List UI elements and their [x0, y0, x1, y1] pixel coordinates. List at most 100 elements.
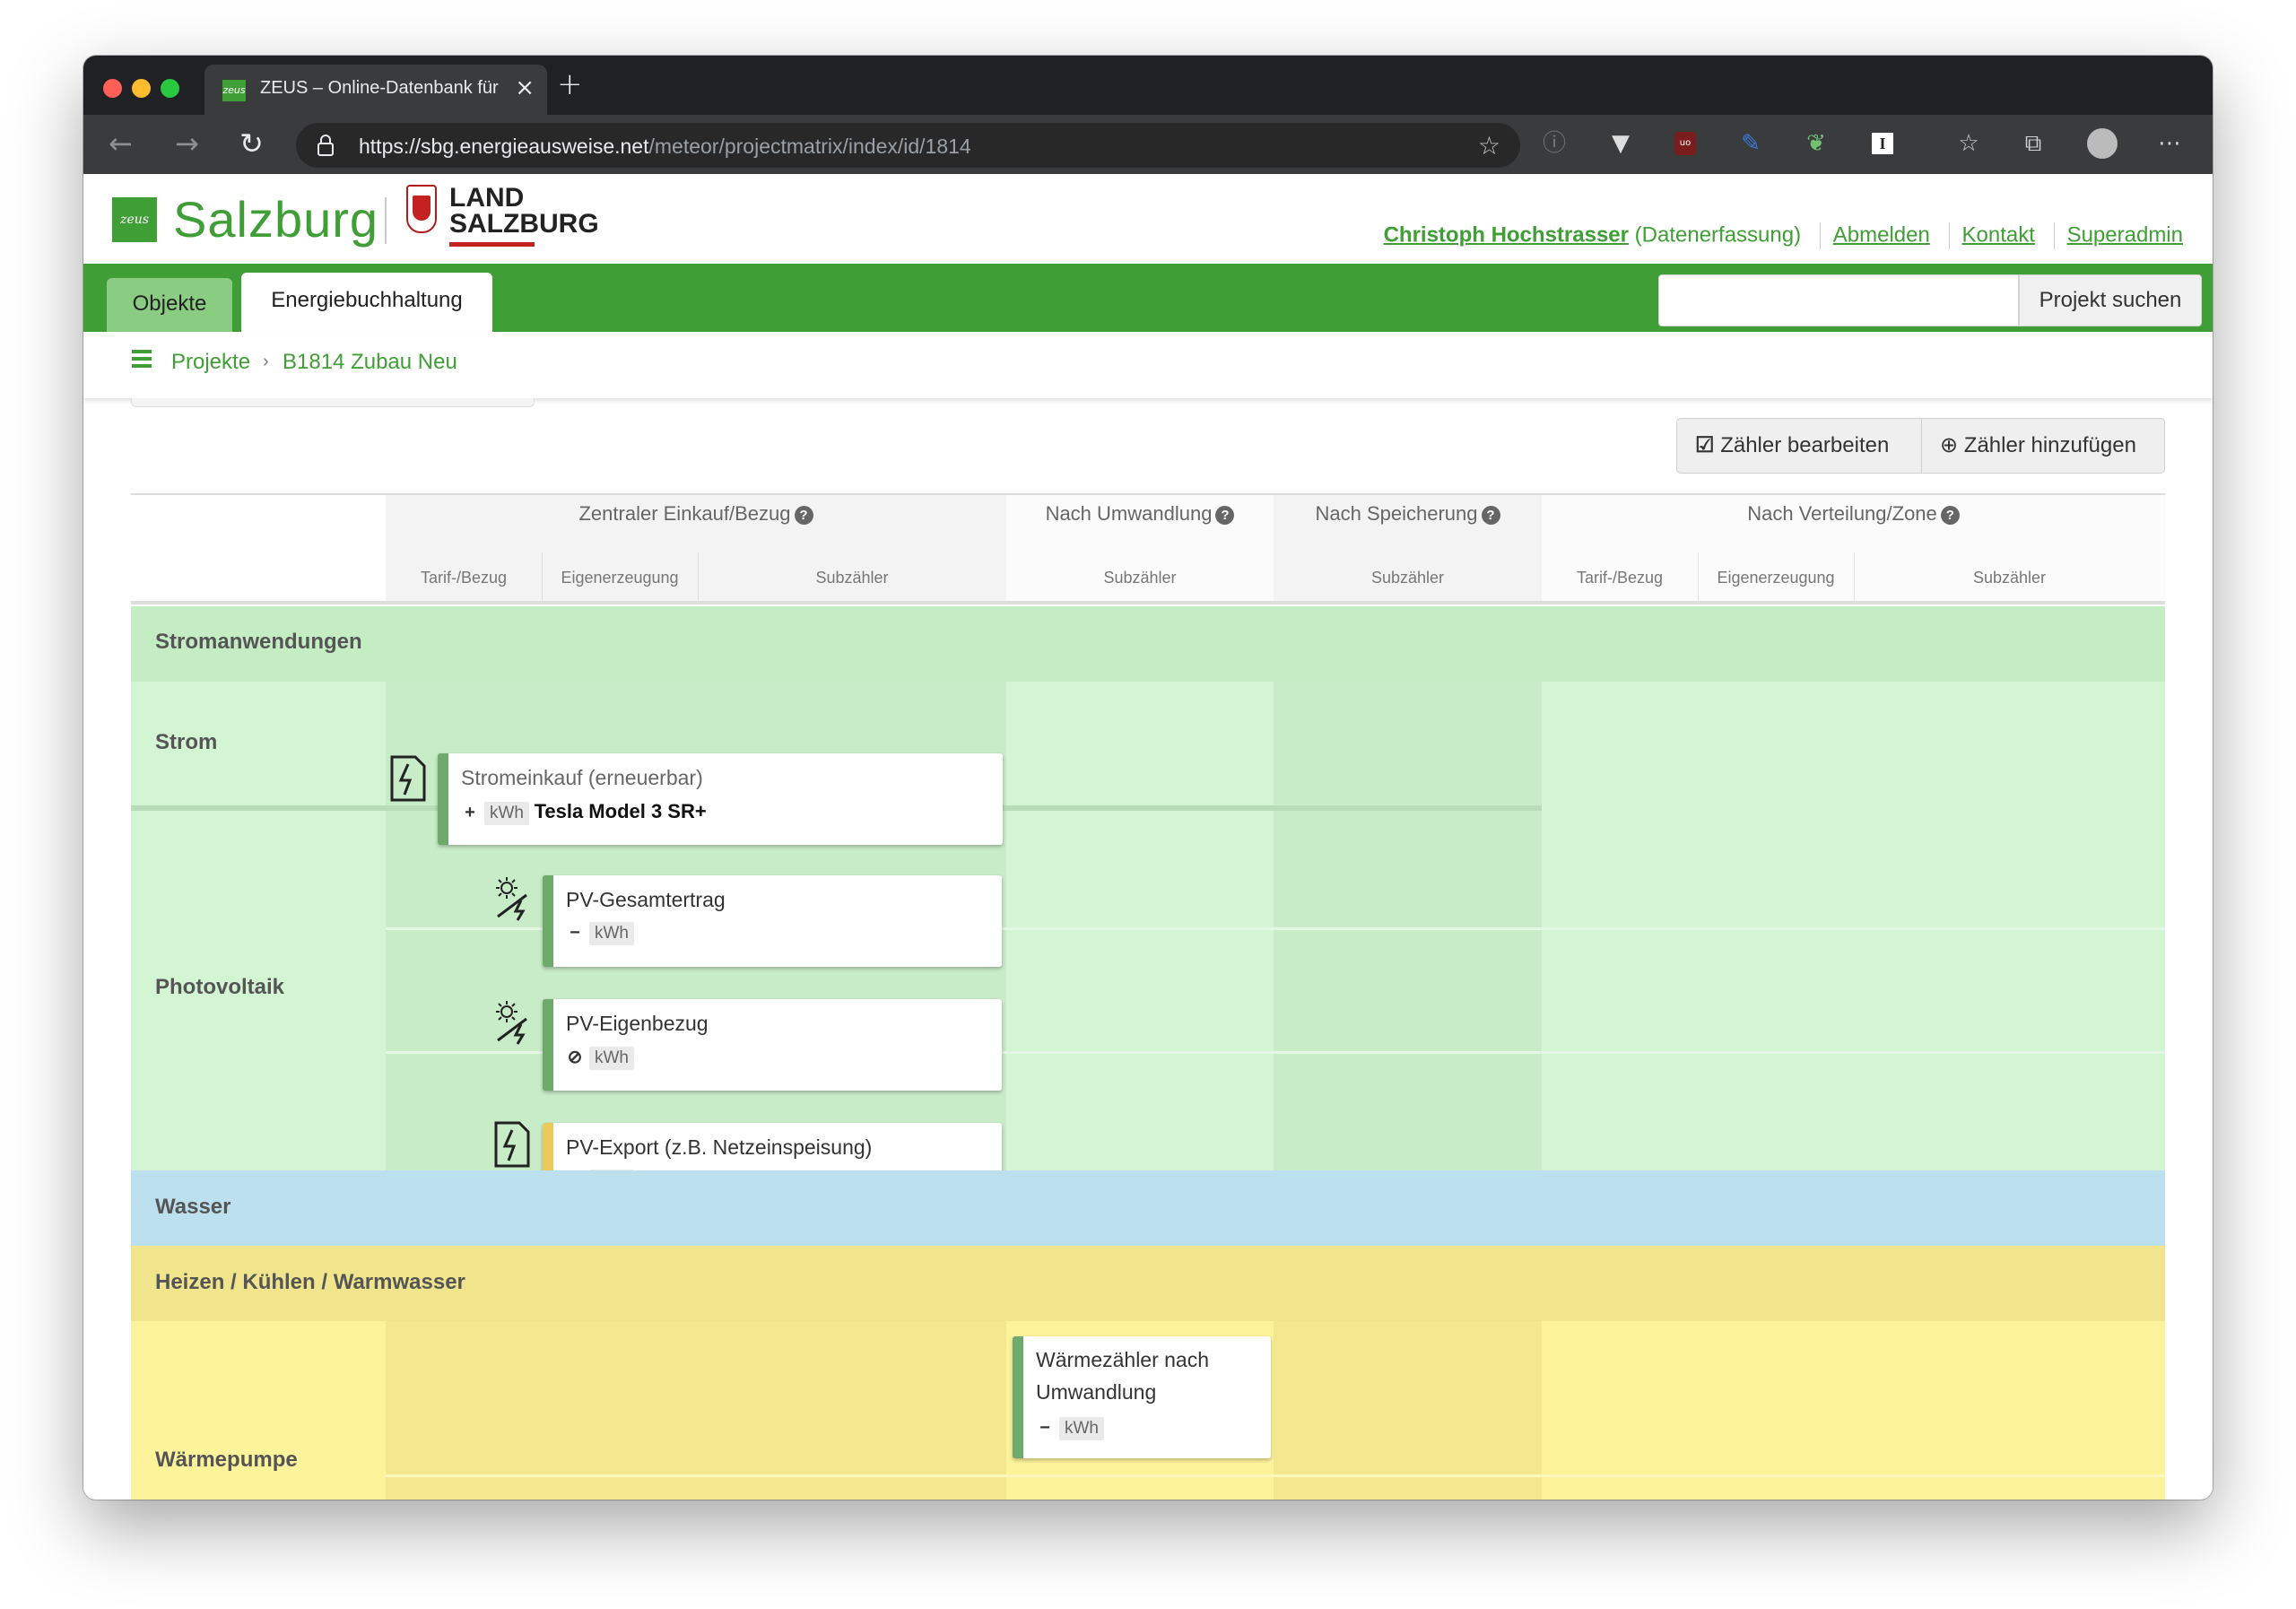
meter-detail: + kWh Tesla Model 3 SR+	[461, 800, 707, 825]
site-header: zeus Salzburg LAND SALZBURG Christoph Hoc…	[83, 174, 2213, 264]
close-window-button[interactable]	[103, 79, 122, 98]
logo-divider	[385, 197, 387, 244]
pen-icon[interactable]: ✎	[1736, 129, 1765, 158]
logo-underline	[449, 242, 535, 247]
lock-icon	[317, 135, 334, 156]
plus-icon: +	[465, 803, 475, 822]
edit-icon: ☑	[1695, 433, 1715, 457]
help-icon[interactable]: ?	[1481, 506, 1500, 525]
row-waermepumpe: Wärmepumpe	[155, 1448, 298, 1472]
meter-detail: ⊘ kWh	[566, 1046, 634, 1070]
hidden-tabs	[131, 398, 535, 407]
meter-card[interactable]: PV-Eigenbezug ⊘ kWh	[543, 999, 1002, 1091]
logo-text: Salzburg	[173, 191, 379, 248]
collections-icon[interactable]: ⧉	[2019, 129, 2048, 158]
solar-power-icon	[496, 877, 527, 921]
edit-meters-button[interactable]: ☑ Zähler bearbeiten	[1676, 418, 1922, 474]
section-stromanwendungen	[131, 606, 2165, 682]
project-search-button[interactable]: Projekt suchen	[2019, 274, 2202, 326]
meter-detail: −kWh	[566, 922, 634, 945]
col-subzaehler: Subzähler	[1370, 569, 1445, 587]
meter-title: Stromeinkauf (erneuerbar)	[461, 766, 703, 789]
instapaper-icon[interactable]: I	[1868, 129, 1897, 158]
close-tab-icon[interactable]: ×	[515, 74, 535, 101]
address-bar[interactable]: https://sbg.energieausweise.net/meteor/p…	[296, 123, 1520, 168]
reload-icon[interactable]: ↻	[239, 127, 264, 160]
disabled-icon: ⊘	[567, 1048, 583, 1067]
profile-icon[interactable]	[2087, 128, 2118, 159]
title-bar: zeus ZEUS – Online-Datenbank für Energie…	[83, 56, 2213, 115]
more-icon[interactable]: ⋯	[2155, 129, 2184, 158]
col-tarif: Tarif-/Bezug	[420, 569, 508, 587]
minus-icon: −	[570, 923, 580, 943]
user-role: (Datenerfassung)	[1634, 222, 1802, 248]
group-speicherung: Nach Speicherung?	[1274, 502, 1542, 526]
user-name-link[interactable]: Christoph Hochstrasser	[1384, 222, 1629, 247]
minus-icon: −	[1039, 1418, 1050, 1438]
salzburg-crest-icon	[406, 185, 437, 233]
help-icon[interactable]: ?	[1215, 506, 1235, 525]
group-zentraler: Zentraler Einkauf/Bezug?	[386, 502, 1006, 526]
user-menu: Christoph Hochstrasser (Datenerfassung) …	[1384, 222, 2183, 249]
section-title: Stromanwendungen	[155, 630, 362, 654]
tab-objekte[interactable]: Objekte	[107, 278, 232, 332]
forward-icon[interactable]: →	[175, 127, 199, 160]
col-subzaehler: Subzähler	[815, 569, 889, 587]
solar-power-icon	[496, 1001, 527, 1045]
col-eigenerzeugung: Eigenerzeugung	[561, 569, 679, 587]
meter-card[interactable]: Stromeinkauf (erneuerbar) + kWh Tesla Mod…	[438, 753, 1003, 845]
project-search-input[interactable]	[1658, 274, 2019, 326]
row-photovoltaik: Photovoltaik	[155, 975, 285, 999]
lightning-meter-icon	[390, 755, 426, 802]
col-subzaehler: Subzähler	[1103, 569, 1177, 587]
meter-card[interactable]: PV-Gesamtertrag − kWh	[543, 875, 1002, 967]
minimize-window-button[interactable]	[132, 79, 151, 98]
vivaldi-v-icon[interactable]: ▼	[1606, 129, 1635, 158]
browser-tab[interactable]: zeus ZEUS – Online-Datenbank für Energie…	[204, 65, 547, 115]
breadcrumb-separator: ›	[263, 352, 269, 371]
help-icon[interactable]: ?	[1940, 506, 1960, 525]
lightning-meter-icon	[494, 1121, 530, 1168]
ublock-icon[interactable]: uo	[1671, 129, 1700, 158]
group-umwandlung: Nach Umwandlung?	[1006, 502, 1274, 526]
row-strom: Strom	[155, 730, 218, 754]
section-title: Wasser	[155, 1195, 231, 1219]
land-salzburg-logo: LAND SALZBURG	[449, 183, 599, 239]
help-icon[interactable]: ?	[794, 506, 813, 525]
meter-title: PV-Gesamtertrag	[566, 888, 726, 911]
superadmin-link[interactable]: Superadmin	[2067, 222, 2183, 247]
info-icon[interactable]: ⓘ	[1540, 129, 1569, 158]
tab-title: ZEUS – Online-Datenbank für Energieauswe…	[260, 78, 502, 98]
meter-card[interactable]: Wärmezähler nach Umwandlung − kWh	[1013, 1336, 1271, 1458]
group-verteilung: Nach Verteilung/Zone?	[1542, 502, 2165, 526]
add-meter-button[interactable]: ⊕ Zähler hinzufügen	[1921, 418, 2165, 474]
main-nav: Objekte Energiebuchhaltung Projekt suche…	[83, 264, 2213, 332]
zeus-favicon: zeus	[222, 80, 246, 101]
meter-title: Wärmezähler nach Umwandlung	[1036, 1348, 1210, 1404]
meter-detail: −kWh	[1036, 1417, 1104, 1440]
contact-link[interactable]: Kontakt	[1962, 222, 2035, 247]
zeus-logo[interactable]: zeus	[112, 197, 157, 242]
plus-circle-icon: ⊕	[1940, 433, 1959, 457]
col-tarif: Tarif-/Bezug	[1576, 569, 1664, 587]
web-page: zeus Salzburg LAND SALZBURG Christoph Hoc…	[83, 174, 2213, 1500]
zoom-window-button[interactable]	[161, 79, 179, 98]
star-icon[interactable]: ☆	[1478, 131, 1500, 161]
menu-icon[interactable]	[132, 350, 152, 368]
section-wasser	[131, 1170, 2165, 1246]
section-title: Heizen / Kühlen / Warmwasser	[155, 1270, 465, 1294]
meter-title: PV-Export (z.B. Netzeinspeisung)	[566, 1135, 873, 1159]
url-text: https://sbg.energieausweise.net/meteor/p…	[359, 135, 971, 158]
meter-title: PV-Eigenbezug	[566, 1012, 709, 1035]
breadcrumb-project[interactable]: B1814 Zubau Neu	[283, 350, 457, 375]
tab-energiebuchhaltung[interactable]: Energiebuchhaltung	[241, 273, 492, 332]
col-subzaehler: Subzähler	[1972, 569, 2047, 587]
col-eigenerzeugung: Eigenerzeugung	[1717, 569, 1835, 587]
back-icon[interactable]: ←	[109, 127, 133, 160]
favorites-icon[interactable]: ☆	[1954, 129, 1983, 158]
new-tab-icon[interactable]: +	[557, 68, 583, 100]
logout-link[interactable]: Abmelden	[1833, 222, 1930, 247]
browser-toolbar: ← → ↻ https://sbg.energieausweise.net/me…	[83, 115, 2213, 174]
breadcrumb-projekte[interactable]: Projekte	[171, 350, 250, 375]
leaf-icon[interactable]: ❦	[1802, 129, 1831, 158]
